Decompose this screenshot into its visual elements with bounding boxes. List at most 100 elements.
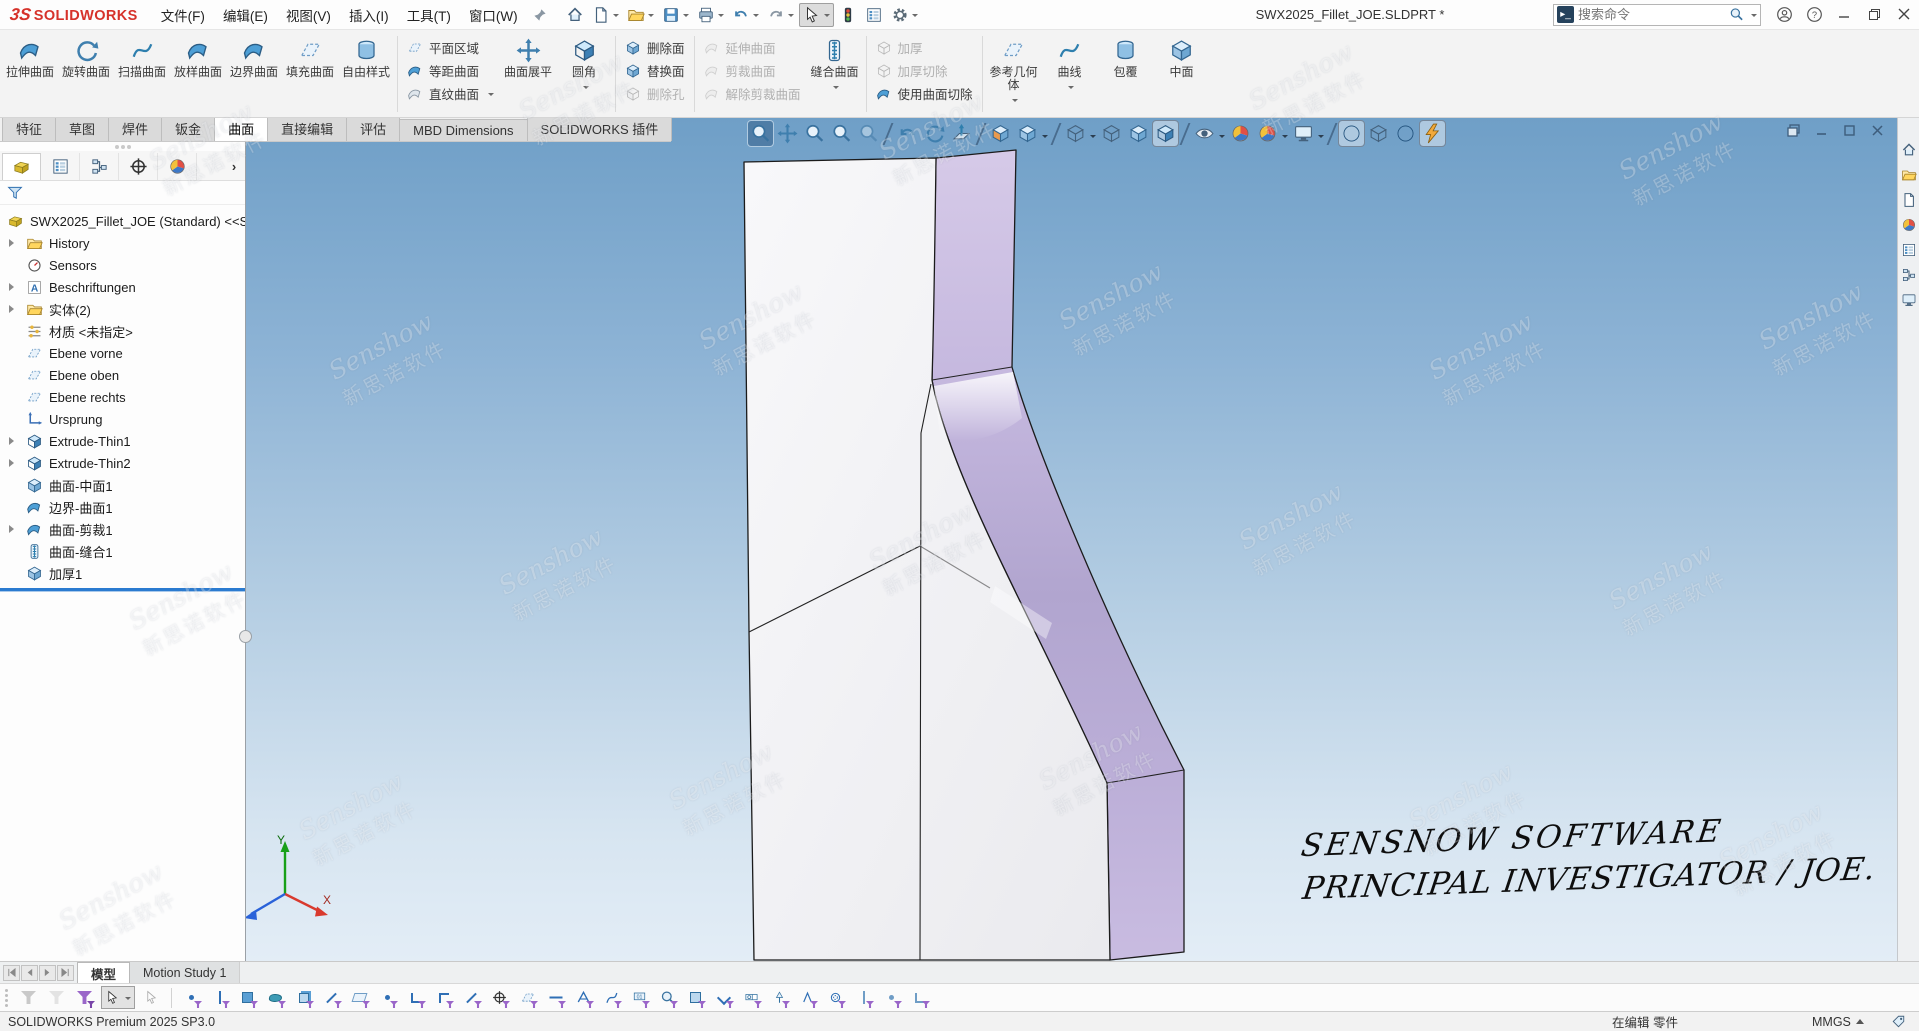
filter-sketch-points-icon[interactable] xyxy=(376,986,399,1009)
normal-to-icon[interactable] xyxy=(949,121,974,146)
tree-item-sensors[interactable]: Sensors xyxy=(0,254,245,276)
tree-item-annotations[interactable]: ABeschriftungen xyxy=(0,276,245,298)
tab-direct-editing[interactable]: 直接编辑 xyxy=(267,115,347,141)
replace-face-button[interactable]: 替换面 xyxy=(621,61,689,80)
lofted-surface-button[interactable]: 放样曲面 xyxy=(170,31,226,117)
tab-surfaces[interactable]: 曲面 xyxy=(214,115,268,141)
menu-tools[interactable]: 工具(T) xyxy=(398,1,460,29)
zoom-to-fit-icon[interactable] xyxy=(748,121,773,146)
toggle-selection-filters-button[interactable] xyxy=(73,986,96,1009)
filter-sketch-segments-icon[interactable] xyxy=(404,986,427,1009)
apply-scene-icon[interactable] xyxy=(1255,121,1280,146)
featuremanager-tree-tab[interactable] xyxy=(2,153,41,180)
tree-item-surface-knit1[interactable]: 曲面-缝合1 xyxy=(0,540,245,562)
tree-item-front-plane[interactable]: Ebene vorne xyxy=(0,342,245,364)
home-button[interactable] xyxy=(563,3,587,27)
tab-solidworks-addins[interactable]: SOLIDWORKS 插件 xyxy=(527,115,673,141)
tree-item-mid-surface1[interactable]: 曲面-中面1 xyxy=(0,474,245,496)
taskpane-design-library-icon[interactable] xyxy=(1901,167,1917,183)
configurationmanager-tab[interactable] xyxy=(80,153,119,180)
knit-surface-button[interactable]: 缝合曲面 xyxy=(807,31,863,117)
fillet-button[interactable]: 圆角 xyxy=(556,31,612,117)
taskpane-file-explorer-icon[interactable] xyxy=(1901,192,1917,208)
graphics-viewport[interactable]: Y X Z SENSNOW SOFTWARE PRINCIPAL INVESTI… xyxy=(0,118,1919,961)
hide-show-items-icon[interactable] xyxy=(1192,121,1217,146)
dimxpertmanager-tab[interactable] xyxy=(119,153,158,180)
hide-show-dropdown-icon[interactable] xyxy=(1219,135,1225,141)
filter-balloons-icon[interactable]: 01 xyxy=(628,986,651,1009)
tree-item-thicken1[interactable]: 加厚1 xyxy=(0,562,245,584)
rollback-bar[interactable] xyxy=(0,588,245,591)
search-input[interactable] xyxy=(1578,7,1725,22)
tab-sheet-metal[interactable]: 钣金 xyxy=(161,115,215,141)
doc-cascade-icon[interactable] xyxy=(1786,123,1801,138)
taskpane-forum-icon[interactable] xyxy=(1901,292,1917,308)
delete-face-button[interactable]: 删除面 xyxy=(621,38,689,57)
filter-connection-points-icon[interactable] xyxy=(880,986,903,1009)
boundary-surface-button[interactable]: 边界曲面 xyxy=(226,31,282,117)
help-icon[interactable]: ? xyxy=(1799,0,1829,28)
menu-view[interactable]: 视图(V) xyxy=(277,1,340,29)
tree-item-extrude-thin1[interactable]: Extrude-Thin1 xyxy=(0,430,245,452)
filter-midpoints-icon[interactable] xyxy=(432,986,455,1009)
tree-item-origin[interactable]: Ursprung xyxy=(0,408,245,430)
expand-arrow-icon[interactable] xyxy=(9,437,18,445)
taskpane-view-palette-icon[interactable] xyxy=(1901,242,1917,258)
minimize-button[interactable] xyxy=(1829,0,1859,28)
filter-surface-finish-icon[interactable] xyxy=(796,986,819,1009)
view-orientation-dropdown-icon[interactable] xyxy=(1042,135,1048,141)
zoom-in-out-icon[interactable] xyxy=(802,121,827,146)
options-gear-button[interactable] xyxy=(888,3,921,27)
tab-sketch[interactable]: 草图 xyxy=(55,115,109,141)
status-tag-icon[interactable] xyxy=(1891,1014,1906,1031)
rotate-view-icon[interactable] xyxy=(922,121,947,146)
swept-surface-button[interactable]: 扫描曲面 xyxy=(114,31,170,117)
tree-item-boundary-surface1[interactable]: 边界-曲面1 xyxy=(0,496,245,518)
filter-surface-bodies-icon[interactable] xyxy=(264,986,287,1009)
clear-all-filters-button[interactable] xyxy=(17,986,40,1009)
filter-reference-planes-icon[interactable] xyxy=(516,986,539,1009)
filter-notes-icon[interactable] xyxy=(600,986,623,1009)
doc-minimize-icon[interactable] xyxy=(1814,123,1829,138)
rebuild-traffic-light-button[interactable] xyxy=(836,3,860,27)
print-button[interactable] xyxy=(694,3,727,27)
offset-surface-button[interactable]: 等距曲面 xyxy=(403,61,498,80)
undo-button[interactable] xyxy=(729,3,762,27)
tree-item-history[interactable]: History xyxy=(0,232,245,254)
panel-grip[interactable] xyxy=(0,142,245,151)
planar-surface-button[interactable]: 平面区域 xyxy=(403,38,498,57)
filter-weld-symbols-icon[interactable] xyxy=(712,986,735,1009)
shadows-icon[interactable] xyxy=(1366,121,1391,146)
last-tab-icon[interactable] xyxy=(57,965,74,981)
filter-center-marks-icon[interactable] xyxy=(488,986,511,1009)
menu-file[interactable]: 文件(F) xyxy=(152,1,214,29)
freeform-button[interactable]: 自由样式 xyxy=(338,31,394,117)
select-tool-button[interactable] xyxy=(799,3,834,27)
clear-selections-button[interactable] xyxy=(45,986,68,1009)
photoview-preview-icon[interactable] xyxy=(1420,121,1445,146)
apply-scene-dropdown-icon[interactable] xyxy=(1282,135,1288,141)
filter-cosmetic-threads-icon[interactable] xyxy=(824,986,847,1009)
mid-surface-button[interactable]: 中面 xyxy=(1154,31,1210,117)
filter-dowel-pins-icon[interactable] xyxy=(852,986,875,1009)
first-tab-icon[interactable] xyxy=(3,965,20,981)
shaded-with-edges-icon[interactable] xyxy=(1153,121,1178,146)
units-selector[interactable]: MMGS xyxy=(1812,1015,1864,1029)
prev-tab-icon[interactable] xyxy=(21,965,38,981)
filter-routing-points-icon[interactable] xyxy=(908,986,931,1009)
tree-item-material[interactable]: 材质 <未指定> xyxy=(0,320,245,342)
tree-item-extrude-thin2[interactable]: Extrude-Thin2 xyxy=(0,452,245,474)
pin-menu-icon[interactable] xyxy=(533,8,547,22)
extruded-surface-button[interactable]: 拉伸曲面 xyxy=(2,31,58,117)
tab-evaluate[interactable]: 评估 xyxy=(346,115,400,141)
next-tab-icon[interactable] xyxy=(39,965,56,981)
hidden-lines-visible-icon[interactable] xyxy=(1099,121,1124,146)
taskpane-home-icon[interactable] xyxy=(1901,142,1917,158)
save-button[interactable] xyxy=(659,3,692,27)
filter-solid-bodies-icon[interactable] xyxy=(292,986,315,1009)
cut-with-surface-button[interactable]: 使用曲面切除 xyxy=(872,84,977,103)
wireframe-icon[interactable] xyxy=(1126,121,1151,146)
close-button[interactable] xyxy=(1889,0,1919,28)
filter-vertices-icon[interactable] xyxy=(180,986,203,1009)
tab-mbd-dimensions[interactable]: MBD Dimensions xyxy=(399,119,527,141)
